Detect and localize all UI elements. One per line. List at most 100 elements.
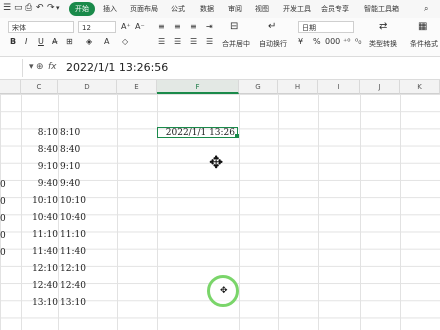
font-size-select[interactable]: 12 [78,21,116,33]
fill-color-icon[interactable]: ◈ [86,36,92,48]
file-icon[interactable]: ▭ [14,2,23,15]
align-center-icon[interactable]: ☰ [174,36,181,48]
wrap-text-icon[interactable]: ↵ [268,21,276,33]
cell-c[interactable]: 8:40 [21,144,58,156]
cell-c[interactable]: 10:40 [21,212,58,224]
tab-home[interactable]: 开始 [69,2,95,16]
bold-icon[interactable]: B [10,36,16,48]
number-format-select[interactable]: 日期 [298,21,354,33]
cell-b[interactable]: 0 [0,247,6,259]
align-right-icon[interactable]: ☰ [190,36,197,48]
column-header-c[interactable]: C [21,80,58,94]
name-box[interactable] [0,59,23,77]
cell-d[interactable]: 8:40 [60,144,80,156]
tab-bar: ☰ ▭ ⎙ ↶ ↷ ▾ 开始 插入 页面布局 公式 数据 审阅 视图 开发工具 … [0,0,440,18]
strikethrough-icon[interactable]: A̶ [52,36,57,48]
conditional-format-button[interactable]: 条件格式 [410,38,438,50]
cell-b[interactable]: 0 [0,230,6,242]
column-header-f[interactable]: F [157,80,239,94]
undo-icon[interactable]: ↶ [36,2,44,15]
cell-d[interactable]: 9:10 [60,161,80,173]
cell-c[interactable]: 11:40 [21,246,58,258]
align-left-icon[interactable]: ☰ [158,36,165,48]
font-color-icon[interactable]: A [104,36,109,48]
tab-page-layout[interactable]: 页面布局 [130,3,158,15]
column-header-d[interactable]: D [58,80,117,94]
merge-center-button[interactable]: 合并居中 [222,38,250,50]
tab-data[interactable]: 数据 [200,3,214,15]
type-convert-button[interactable]: 类型转换 [369,38,397,50]
cell-d[interactable]: 8:10 [60,127,80,139]
font-name-select[interactable]: 宋体 [8,21,74,33]
italic-icon[interactable]: I [25,36,27,48]
wrap-text-button[interactable]: 自动换行 [259,38,287,50]
cell-f-datetime[interactable]: 2022/1/1 13:26 [157,127,235,139]
redo-icon[interactable]: ↷ [47,2,55,15]
tab-view[interactable]: 视图 [255,3,269,15]
conditional-format-icon[interactable]: ▦ [418,21,427,33]
font-grow-icon[interactable]: A⁺ [121,21,131,33]
column-header-g[interactable]: G [239,80,278,94]
type-convert-icon[interactable]: ⇄ [379,21,387,33]
fx-icon[interactable]: fx [48,62,57,72]
cell-c[interactable]: 12:10 [21,263,58,275]
column-header-k[interactable]: K [400,80,440,94]
cell-b[interactable]: 0 [0,179,6,191]
menu-icon[interactable]: ☰ [3,2,11,15]
cell-c[interactable]: 10:10 [21,195,58,207]
cell-d[interactable]: 10:40 [60,212,86,224]
increase-decimal-icon[interactable]: ⁺⁰ [343,36,350,48]
column-header-h[interactable]: H [278,80,318,94]
clear-format-icon[interactable]: ◇ [122,36,128,48]
cell-c[interactable]: 8:10 [21,127,58,139]
cell-d[interactable]: 9:40 [60,178,80,190]
align-top-icon[interactable]: ≡ [158,21,165,33]
grid-line [117,94,118,330]
chevron-down-icon[interactable]: ▾ [29,62,34,72]
cell-d[interactable]: 11:40 [60,246,86,258]
tab-review[interactable]: 审阅 [228,3,242,15]
column-header-i[interactable]: I [318,80,360,94]
merge-center-icon[interactable]: ⊟ [230,21,238,33]
cell-d[interactable]: 10:10 [60,195,86,207]
print-icon[interactable]: ⎙ [25,2,32,15]
cell-d[interactable]: 12:40 [60,280,86,292]
chevron-down-icon[interactable]: ▾ [56,2,60,15]
fill-handle[interactable] [235,134,239,138]
tab-member[interactable]: 会员专享 [321,3,349,15]
underline-icon[interactable]: U [38,36,44,48]
tab-formulas[interactable]: 公式 [171,3,185,15]
tab-developer[interactable]: 开发工具 [283,3,311,15]
cell-b[interactable]: 0 [0,213,6,225]
tab-smart-tools[interactable]: 智能工具箱 [364,3,399,15]
cell-c[interactable]: 11:10 [21,229,58,241]
align-middle-icon[interactable]: ≡ [174,21,181,33]
cell-d[interactable]: 11:10 [60,229,86,241]
cell-b[interactable]: 0 [0,196,6,208]
decrease-decimal-icon[interactable]: ⁰₀ [355,36,361,48]
column-header-e[interactable]: E [117,80,157,94]
border-icon[interactable]: ⊞ [66,36,73,48]
indent-icon[interactable]: ⇥ [206,21,213,33]
tab-insert[interactable]: 插入 [103,3,117,15]
cell-c[interactable]: 9:40 [21,178,58,190]
column-header-b[interactable] [0,80,21,94]
cell-c[interactable]: 12:40 [21,280,58,292]
currency-icon[interactable]: ¥ [298,36,303,48]
percent-button[interactable]: % [313,36,321,48]
cell-d[interactable]: 12:10 [60,263,86,275]
search-icon[interactable]: ⌕ [424,2,428,15]
grid-line [400,94,401,330]
justify-icon[interactable]: ☰ [206,36,213,48]
move-cursor-icon: ✥ [209,153,224,173]
font-size-value: 12 [82,24,91,32]
formula-input[interactable]: 2022/1/1 13:26:56 [66,61,168,74]
align-bottom-icon[interactable]: ≡ [190,21,197,33]
zoom-icon[interactable]: ⊕ [36,62,44,72]
column-header-j[interactable]: J [360,80,400,94]
cell-c[interactable]: 9:10 [21,161,58,173]
cell-d[interactable]: 13:10 [60,297,86,309]
comma-button[interactable]: 000 [325,36,340,48]
cell-c[interactable]: 13:10 [21,297,58,309]
font-shrink-icon[interactable]: A⁻ [135,21,145,33]
